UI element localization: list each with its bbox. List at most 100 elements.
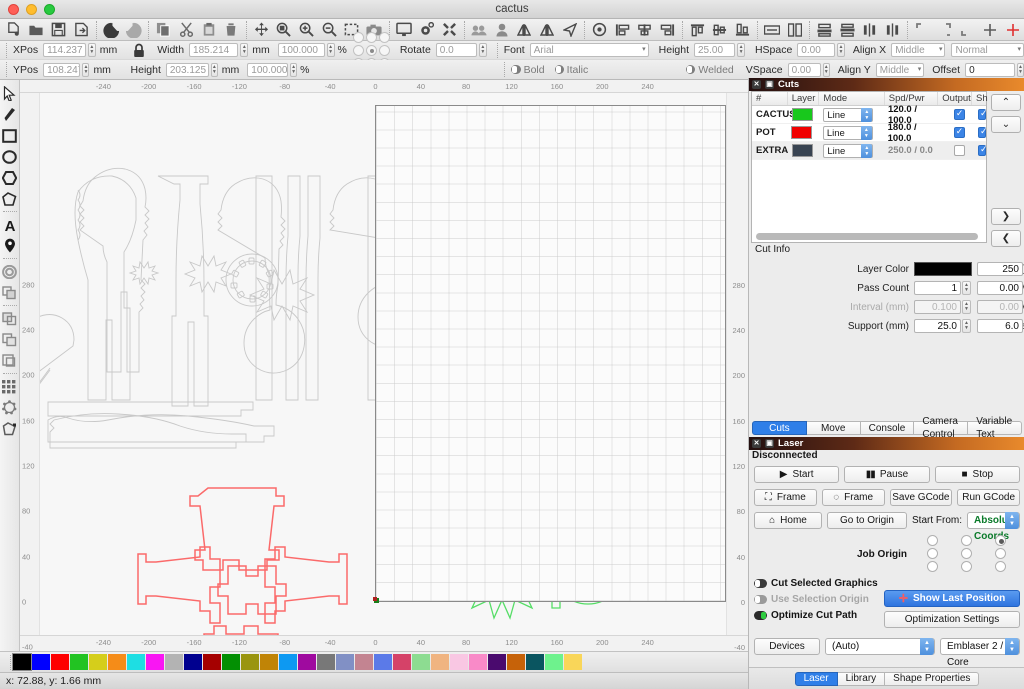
height-input[interactable]: 203.125 — [165, 62, 209, 77]
location-pin-icon[interactable] — [1, 235, 19, 256]
layer-color-swatch[interactable] — [914, 262, 972, 276]
cut-output-checkbox[interactable] — [953, 145, 965, 156]
group-icon[interactable] — [468, 19, 491, 40]
table-row[interactable]: CACTUS Line ▲ ▼ 120.0 / 100.0 — [752, 104, 988, 126]
palette-color-chip[interactable] — [32, 654, 50, 670]
cuts-table[interactable]: # Layer Mode Spd/Pwr Output Sh CACTUS Lin… — [751, 91, 988, 243]
zoom-out-icon[interactable] — [318, 19, 341, 40]
draw-polyline-icon[interactable] — [1, 188, 19, 209]
pencil-icon[interactable] — [1, 104, 19, 125]
power-min-input[interactable]: 0.00 — [977, 300, 1023, 314]
palette-color-chip[interactable] — [165, 654, 183, 670]
width-percent-stepper[interactable]: ▲ ▼ — [326, 43, 335, 57]
go-to-origin-button[interactable]: Go to Origin — [827, 512, 907, 529]
italic-toggle[interactable] — [554, 65, 564, 74]
speed-input[interactable]: 250 — [977, 262, 1023, 276]
boolean-subtract-icon[interactable] — [1, 308, 19, 329]
same-width-icon[interactable] — [761, 19, 784, 40]
open-folder-icon[interactable] — [25, 19, 48, 40]
cut-selected-graphics-row[interactable]: Cut Selected Graphics — [754, 578, 878, 589]
palette-color-chip[interactable] — [431, 654, 449, 670]
palette-color-chip[interactable] — [564, 654, 582, 670]
cut-mode-chevron-icon[interactable]: ▲ ▼ — [861, 143, 873, 158]
stop-button[interactable]: ■ Stop — [934, 466, 1020, 483]
frame-button[interactable]: ⛶ Frame — [754, 489, 817, 506]
same-height-icon[interactable] — [784, 19, 807, 40]
job-origin-bl[interactable] — [926, 561, 938, 572]
ruler-horizontal-top[interactable] — [20, 80, 748, 93]
job-origin-ml[interactable] — [926, 548, 938, 559]
bottom-tab-shape-properties[interactable]: Shape Properties — [885, 671, 980, 686]
bottom-tab-library[interactable]: Library — [837, 671, 886, 686]
crosshair-icon[interactable] — [979, 19, 1002, 40]
width-input[interactable]: 185.214 — [189, 43, 239, 57]
align-middle-icon[interactable] — [708, 19, 731, 40]
vspace-input[interactable]: 0.00 — [787, 62, 821, 77]
device-auto-select[interactable]: (Auto) ▲ ▼ — [825, 638, 935, 655]
ellipse-icon[interactable] — [1, 146, 19, 167]
laser-panel-float-icon[interactable]: ▣ — [765, 439, 774, 448]
job-origin-tr[interactable] — [994, 535, 1006, 546]
tab-console[interactable]: Console — [860, 421, 915, 435]
zoom-in-icon[interactable] — [295, 19, 318, 40]
palette-color-chip[interactable] — [469, 654, 487, 670]
devices-button[interactable]: Devices — [754, 638, 820, 655]
tab-move[interactable]: Move — [806, 421, 861, 435]
align-x-select[interactable]: Middle — [891, 43, 946, 57]
job-origin-mc[interactable] — [960, 548, 972, 559]
text-style-select[interactable]: Normal — [951, 43, 1024, 57]
cut-icon[interactable] — [175, 19, 198, 40]
palette-color-chip[interactable] — [412, 654, 430, 670]
device-settings-icon[interactable] — [438, 19, 461, 40]
palette-color-chip[interactable] — [298, 654, 316, 670]
preview-icon[interactable] — [393, 19, 416, 40]
palette-color-chip[interactable] — [507, 654, 525, 670]
table-row[interactable]: EXTRA Line ▲ ▼ 250.0 / 0.0 — [752, 142, 988, 160]
crosshair-red-icon[interactable] — [1002, 19, 1024, 40]
flip-h-icon[interactable] — [859, 19, 882, 40]
boolean-xor-icon[interactable] — [1, 350, 19, 371]
device-auto-chevron-icon[interactable]: ▲ ▼ — [920, 638, 934, 655]
job-origin-grid[interactable] — [915, 535, 1020, 574]
cuts-table-hscrollbar[interactable] — [756, 233, 978, 240]
welded-toggle[interactable] — [686, 65, 696, 74]
optimize-cut-path-toggle[interactable] — [754, 611, 767, 620]
align-center-h-icon[interactable] — [633, 19, 656, 40]
job-origin-bc[interactable] — [960, 561, 972, 572]
start-button[interactable]: ▶ Start — [754, 466, 840, 483]
cut-layer-color-swatch[interactable] — [791, 126, 813, 139]
rotate-stepper[interactable]: ▲ ▼ — [478, 43, 487, 57]
material-input[interactable]: 6.0 — [977, 319, 1023, 333]
panel-tabstrip[interactable]: Cuts Move Console Camera Control Variable Te… — [752, 416, 1022, 440]
job-origin-mr[interactable] — [994, 548, 1006, 559]
palette-color-chip[interactable] — [222, 654, 240, 670]
cut-layer-color-swatch[interactable] — [792, 108, 813, 121]
palette-color-chip[interactable] — [526, 654, 544, 670]
bold-toggle[interactable] — [511, 65, 521, 74]
cut-show-checkbox[interactable] — [978, 144, 988, 156]
home-button[interactable]: ⌂ Home — [754, 512, 822, 529]
text-icon[interactable]: A — [1, 214, 19, 235]
save-gcode-button[interactable]: Save GCode — [889, 489, 953, 506]
move-up-icon[interactable]: ⌃ — [991, 94, 1021, 111]
tab-camera-control[interactable]: Camera Control — [914, 416, 969, 440]
lock-aspect-icon[interactable] — [133, 43, 145, 58]
palette-color-chip[interactable] — [336, 654, 354, 670]
palette-color-chip[interactable] — [127, 654, 145, 670]
paste-icon[interactable] — [197, 19, 220, 40]
device-chevron-icon[interactable]: ▲ ▼ — [1005, 638, 1019, 655]
corner-tl-icon[interactable] — [911, 19, 934, 40]
start-from-chevron-icon[interactable]: ▲ ▼ — [1005, 512, 1019, 529]
move-down-icon[interactable]: ⌄ — [991, 116, 1021, 133]
cut-mode-select[interactable]: Line ▲ ▼ — [822, 125, 873, 140]
device-select[interactable]: Emblaser 2 / Core ▲ ▼ — [940, 638, 1020, 668]
tab-variable-text[interactable]: Variable Text — [968, 416, 1022, 440]
use-selection-origin-row[interactable]: Use Selection Origin — [754, 594, 869, 605]
run-gcode-button[interactable]: Run GCode — [957, 489, 1020, 506]
circular-array-icon[interactable] — [1, 397, 19, 418]
width-stepper[interactable]: ▲ ▼ — [240, 43, 249, 57]
frame-round-button[interactable]: ◌ Frame — [821, 489, 885, 506]
cut-mode-chevron-icon[interactable]: ▲ ▼ — [860, 125, 872, 140]
align-bottom-icon[interactable] — [731, 19, 754, 40]
save-icon[interactable] — [47, 19, 70, 40]
